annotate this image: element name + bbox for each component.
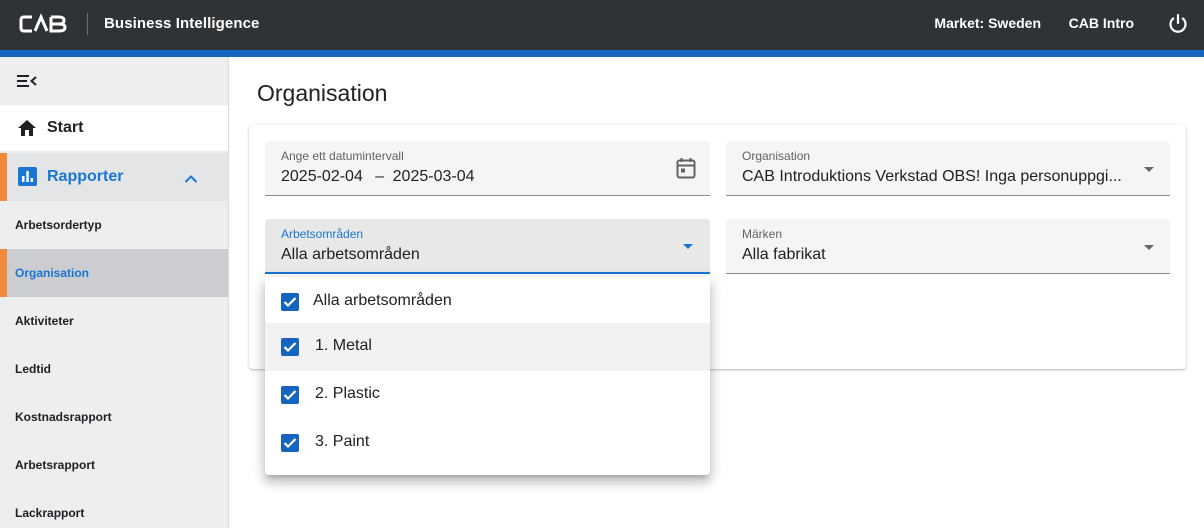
- option-metal[interactable]: 1. Metal: [265, 323, 710, 371]
- brand-select[interactable]: Märken Alla fabrikat: [726, 219, 1170, 274]
- option-label: 3. Paint: [315, 433, 370, 450]
- cab-logo[interactable]: [19, 13, 67, 35]
- checkbox-checked-icon[interactable]: [281, 386, 299, 404]
- dropdown-arrow-icon[interactable]: [1144, 167, 1154, 172]
- option-label: 1. Metal: [315, 337, 372, 354]
- top-bar: Business Intelligence Market: Sweden CAB…: [0, 0, 1204, 50]
- calendar-icon[interactable]: [676, 157, 696, 179]
- date-end[interactable]: 2025-03-04: [393, 168, 475, 185]
- sidebar-item-label: Start: [47, 119, 84, 136]
- sidebar-item-label: Lackrapport: [15, 506, 85, 520]
- sidebar-item-label: Organisation: [15, 266, 90, 280]
- dropdown-arrow-icon[interactable]: [683, 244, 693, 249]
- option-all-work-areas[interactable]: Alla arbetsområden: [265, 278, 710, 326]
- sidebar-item-label: Ledtid: [15, 362, 51, 376]
- organisation-label: Organisation: [742, 149, 811, 163]
- chevron-up-icon[interactable]: [184, 171, 198, 183]
- bar-chart-icon: [18, 167, 37, 186]
- sidebar-item-arbetsordertyp[interactable]: Arbetsordertyp: [0, 201, 228, 249]
- checkbox-checked-icon[interactable]: [281, 293, 299, 311]
- checkbox-checked-icon[interactable]: [281, 434, 299, 452]
- sidebar-item-arbetsrapport[interactable]: Arbetsrapport: [0, 441, 228, 489]
- work-area-value: Alla arbetsområden: [281, 246, 420, 263]
- organisation-value: CAB Introduktions Verkstad OBS! Inga per…: [742, 168, 1122, 185]
- work-area-label: Arbetsområden: [281, 227, 364, 241]
- option-label: Alla arbetsområden: [313, 292, 452, 309]
- option-paint[interactable]: 3. Paint: [265, 419, 710, 467]
- sidebar-item-label: Kostnadsrapport: [15, 410, 112, 424]
- home-icon: [17, 118, 37, 138]
- sidebar-item-start[interactable]: Start: [0, 105, 228, 151]
- option-plastic[interactable]: 2. Plastic: [265, 371, 710, 419]
- active-marker: [0, 249, 7, 297]
- logo-divider: [87, 13, 88, 35]
- sidebar-item-organisation[interactable]: Organisation: [0, 249, 228, 297]
- active-marker: [0, 153, 7, 201]
- option-label: 2. Plastic: [315, 385, 380, 402]
- sidebar-item-kostnadsrapport[interactable]: Kostnadsrapport: [0, 393, 228, 441]
- page-title: Organisation: [257, 80, 388, 106]
- work-area-select[interactable]: Arbetsområden Alla arbetsområden: [265, 219, 710, 274]
- date-separator: –: [375, 168, 385, 185]
- checkbox-checked-icon[interactable]: [281, 338, 299, 356]
- brand-value: Alla fabrikat: [742, 246, 826, 263]
- brand-label: Märken: [742, 227, 783, 241]
- sidebar-item-aktiviteter[interactable]: Aktiviteter: [0, 297, 228, 345]
- sidebar-item-lackrapport[interactable]: Lackrapport: [0, 489, 228, 528]
- header-accent-bar: [0, 50, 1204, 57]
- organisation-select[interactable]: Organisation CAB Introduktions Verkstad …: [726, 141, 1170, 196]
- date-start[interactable]: 2025-02-04: [281, 168, 363, 185]
- market-selector[interactable]: Market: Sweden: [934, 15, 1041, 31]
- user-menu[interactable]: CAB Intro: [1069, 15, 1134, 31]
- work-area-dropdown-panel: Alla arbetsområden 1. Metal 2. Plastic 3…: [265, 277, 710, 475]
- sidebar-group-label: Rapporter: [47, 168, 124, 185]
- sidebar-item-label: Arbetsordertyp: [15, 218, 102, 232]
- dropdown-arrow-icon[interactable]: [1144, 245, 1154, 250]
- app-title: Business Intelligence: [104, 15, 260, 32]
- sidebar-item-label: Arbetsrapport: [15, 458, 96, 472]
- date-range-label: Ange ett datumintervall: [281, 149, 404, 163]
- menu-collapse-icon[interactable]: [16, 71, 38, 91]
- date-range-field[interactable]: Ange ett datumintervall 2025-02-04 – 202…: [265, 141, 710, 196]
- date-range-value[interactable]: 2025-02-04 – 2025-03-04: [281, 168, 475, 186]
- sidebar-item-label: Aktiviteter: [15, 314, 74, 328]
- sidebar-item-ledtid[interactable]: Ledtid: [0, 345, 228, 393]
- sidebar-group-rapporter[interactable]: Rapporter: [0, 153, 228, 201]
- power-icon[interactable]: [1167, 13, 1189, 35]
- sidebar: Start Rapporter Arbetsordertyp Organisat…: [0, 57, 229, 528]
